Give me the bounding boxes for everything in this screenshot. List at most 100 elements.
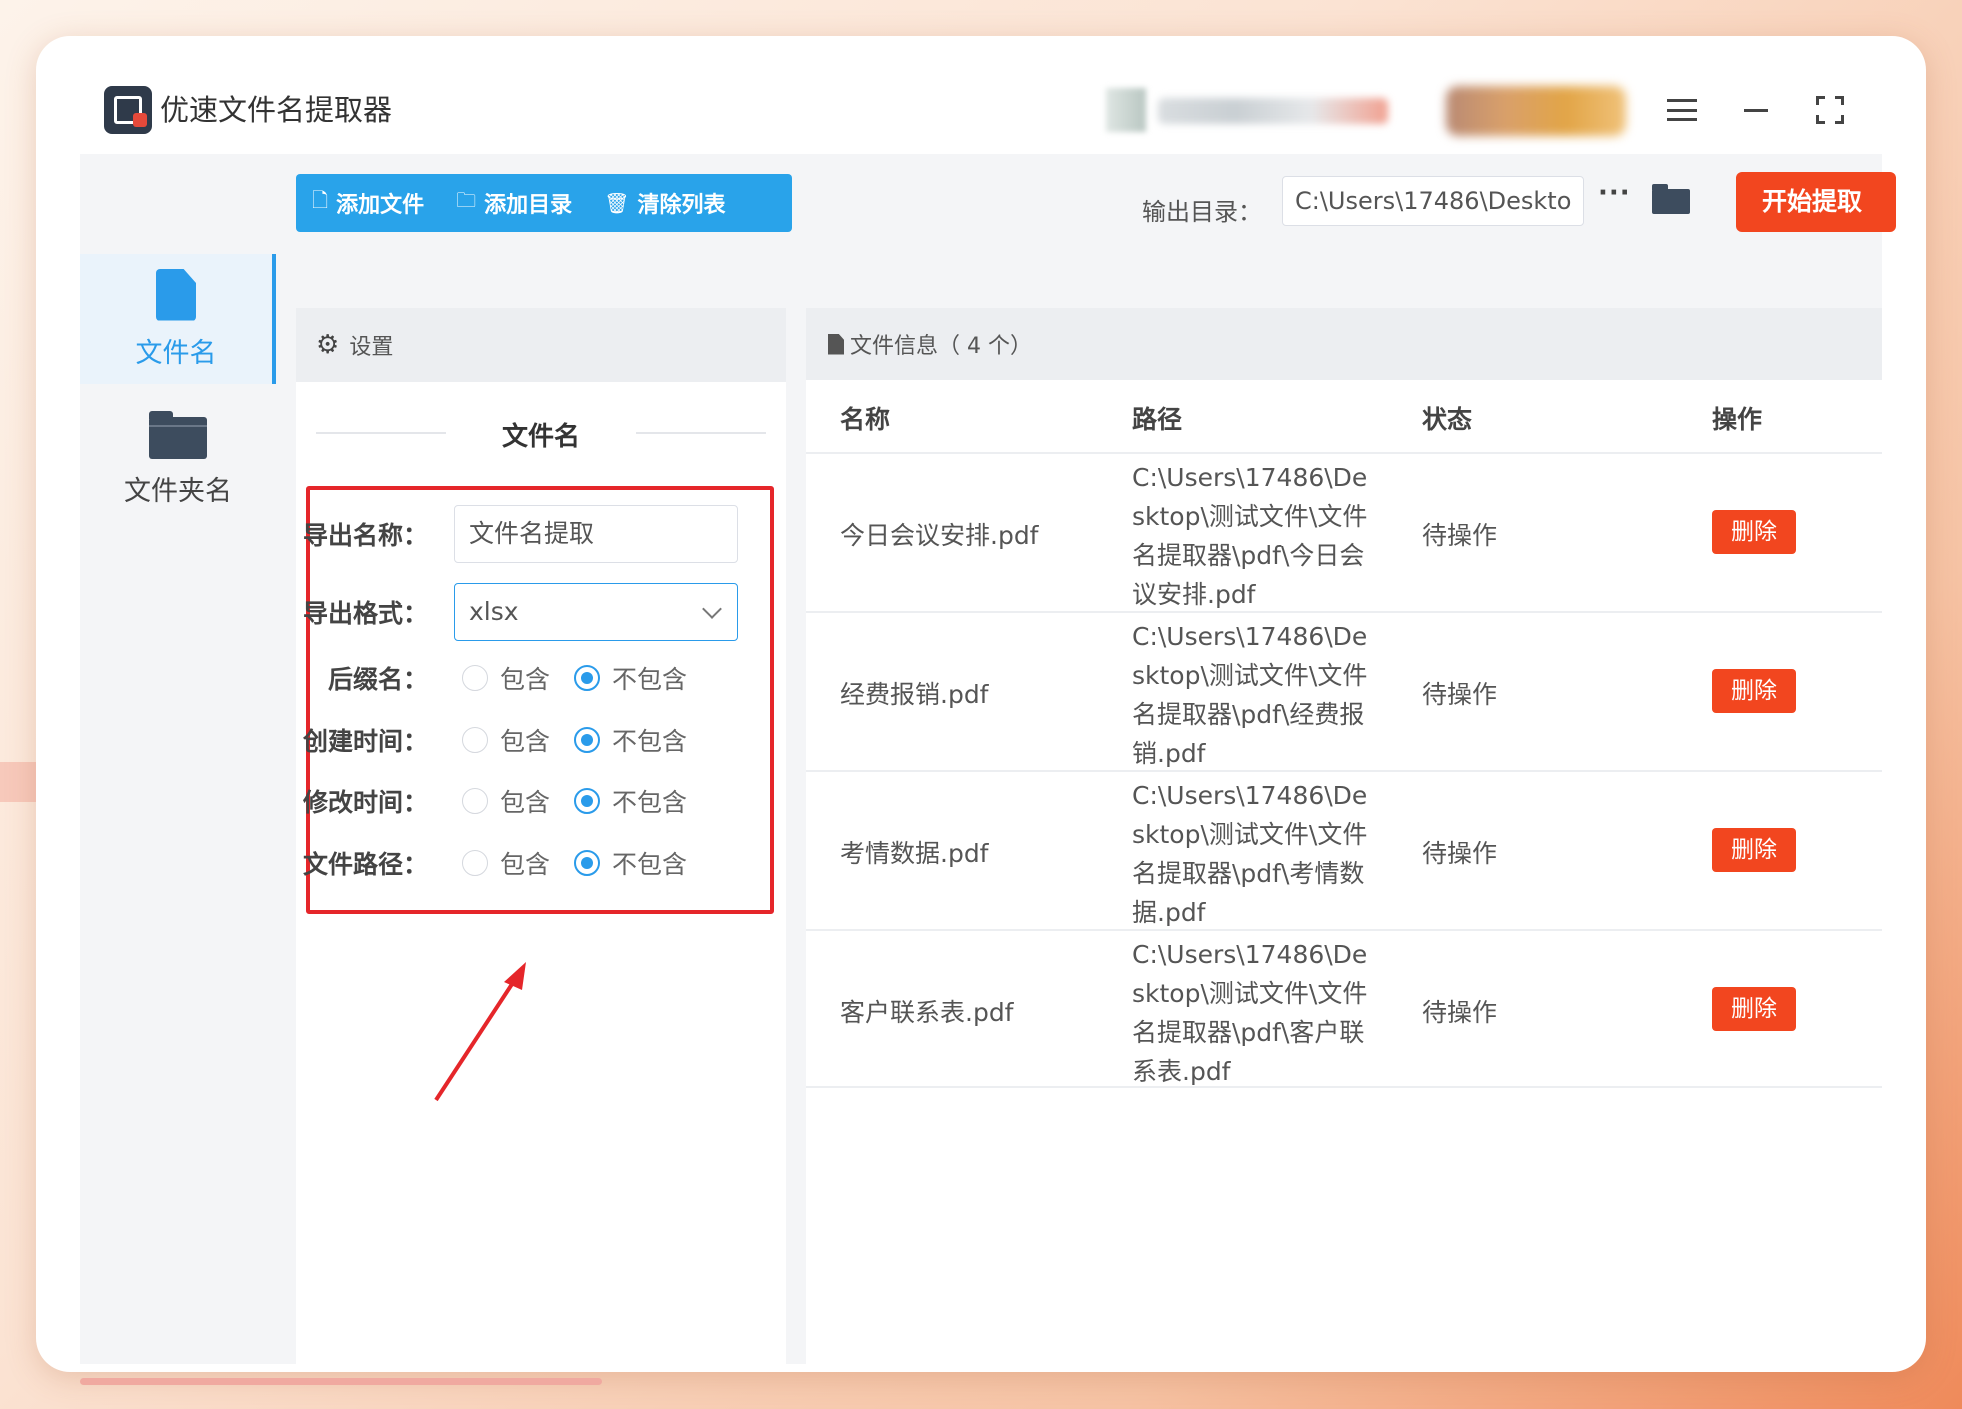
radio-label: 包含 (500, 665, 551, 694)
radio-include[interactable]: 包含 (462, 845, 550, 881)
divider (636, 432, 766, 434)
minimize-icon[interactable] (1730, 84, 1782, 136)
file-path: C:\Users\17486\Desktop\测试文件\文件名提取器\pdf\考… (1132, 781, 1368, 927)
export-name-input[interactable]: 文件名提取 (454, 505, 738, 563)
option-row-suffix: 后缀名： 包含 不包含 (296, 658, 786, 698)
table-row: 考情数据.pdf C:\Users\17486\Desktop\测试文件\文件名… (806, 770, 1882, 929)
settings-header: ⚙ 设置 (296, 308, 786, 382)
delete-button[interactable]: 删除 (1712, 510, 1796, 554)
radio-exclude[interactable]: 不包含 (574, 722, 687, 758)
file-status: 待操作 (1422, 998, 1498, 1027)
toolbar: 🗋 添加文件 🗀 添加目录 🗑 清除列表 输出目录： C:\Users\1748… (80, 154, 1896, 254)
option-row-path: 文件路径： 包含 不包含 (296, 843, 786, 883)
clear-list-button[interactable]: 🗑 清除列表 (588, 174, 741, 232)
file-info-panel: 文件信息（ 4 个） 名称 路径 状态 操作 今日会议安排.pdf C:\Use… (806, 308, 1882, 1364)
folder-outline-icon: 🗀 (456, 188, 477, 212)
menu-icon[interactable] (1656, 84, 1708, 136)
radio-label: 不包含 (612, 665, 688, 694)
delete-button[interactable]: 删除 (1712, 669, 1796, 713)
option-label: 创建时间： (302, 727, 428, 756)
nav-item-filename[interactable]: 文件名 (80, 254, 276, 384)
column-header-path: 路径 (1132, 405, 1183, 434)
add-directory-button[interactable]: 🗀 添加目录 (440, 174, 588, 232)
table-row: 今日会议安排.pdf C:\Users\17486\Desktop\测试文件\文… (806, 452, 1882, 611)
nav-item-foldername[interactable]: 文件夹名 (80, 394, 276, 524)
settings-panel: ⚙ 设置 文件名 导出名称： 文件名提取 导出格式： xlsx 后缀名： 包含 (296, 308, 786, 1364)
column-header-action: 操作 (1712, 405, 1763, 434)
scroll-indicator (80, 1378, 602, 1385)
export-format-row: 导出格式： xlsx (296, 582, 786, 642)
decorative-ribbon (0, 762, 36, 802)
app-title: 优速文件名提取器 (160, 93, 393, 127)
clear-list-label: 清除列表 (637, 193, 726, 218)
radio-label: 包含 (500, 850, 551, 879)
file-info-title: 文件信息（ 4 个） (850, 334, 1032, 359)
file-action-group: 🗋 添加文件 🗀 添加目录 🗑 清除列表 (296, 174, 792, 232)
file-icon (156, 268, 196, 321)
blurred-account-info (1158, 98, 1388, 124)
add-directory-label: 添加目录 (484, 193, 573, 218)
file-path: C:\Users\17486\Desktop\测试文件\文件名提取器\pdf\经… (1132, 622, 1368, 768)
radio-label: 包含 (500, 788, 551, 817)
red-arrow-icon (434, 962, 526, 1102)
chevron-down-icon (702, 599, 722, 619)
folder-icon (149, 410, 207, 459)
export-format-value: xlsx (469, 597, 519, 626)
radio-label: 不包含 (612, 788, 688, 817)
table-row: 客户联系表.pdf C:\Users\17486\Desktop\测试文件\文件… (806, 929, 1882, 1088)
settings-title: 设置 (349, 335, 394, 360)
file-status: 待操作 (1422, 521, 1498, 550)
file-name: 经费报销.pdf (840, 680, 989, 709)
file-status: 待操作 (1422, 680, 1498, 709)
radio-include[interactable]: 包含 (462, 783, 550, 819)
maximize-icon[interactable] (1804, 84, 1856, 136)
radio-label: 不包含 (612, 850, 688, 879)
radio-exclude[interactable]: 不包含 (574, 845, 687, 881)
radio-label: 包含 (500, 727, 551, 756)
nav-item-label: 文件名 (135, 337, 217, 369)
trash-icon: 🗑 (604, 191, 630, 215)
blurred-avatar (1106, 88, 1146, 132)
option-row-created: 创建时间： 包含 不包含 (296, 720, 786, 760)
nav-item-label: 文件夹名 (124, 475, 232, 507)
blurred-vip-badge (1446, 86, 1626, 136)
more-options-button[interactable]: ··· (1598, 178, 1631, 208)
radio-exclude[interactable]: 不包含 (574, 660, 687, 696)
radio-include[interactable]: 包含 (462, 722, 550, 758)
export-format-label: 导出格式： (302, 599, 428, 628)
file-path: C:\Users\17486\Desktop\测试文件\文件名提取器\pdf\今… (1132, 463, 1368, 609)
start-extract-button[interactable]: 开始提取 (1736, 172, 1896, 232)
column-header-status: 状态 (1422, 405, 1473, 434)
option-label: 文件路径： (302, 850, 428, 879)
app-window: 优速文件名提取器 🗋 添加文件 🗀 添加目录 🗑 清除列表 输出目录： C:\U… (36, 36, 1926, 1372)
export-format-select[interactable]: xlsx (454, 583, 738, 641)
file-name: 考情数据.pdf (840, 839, 989, 868)
column-header-name: 名称 (840, 405, 891, 434)
output-dir-input[interactable]: C:\Users\17486\Deskto (1282, 176, 1584, 226)
export-name-row: 导出名称： 文件名提取 (296, 504, 786, 564)
file-info-header: 文件信息（ 4 个） (806, 308, 1882, 380)
option-label: 后缀名： (327, 665, 428, 694)
option-label: 修改时间： (302, 788, 428, 817)
output-dir-label: 输出目录： (1142, 198, 1262, 226)
table-row: 经费报销.pdf C:\Users\17486\Desktop\测试文件\文件名… (806, 611, 1882, 770)
section-title: 文件名 (501, 422, 580, 452)
option-row-modified: 修改时间： 包含 不包含 (296, 781, 786, 821)
radio-include[interactable]: 包含 (462, 660, 550, 696)
file-outline-icon: 🗋 (312, 188, 329, 212)
gear-icon: ⚙ (316, 330, 340, 360)
file-name: 今日会议安排.pdf (840, 521, 1039, 550)
file-name: 客户联系表.pdf (840, 998, 1014, 1027)
radio-label: 不包含 (612, 727, 688, 756)
add-file-label: 添加文件 (336, 193, 425, 218)
main-content: 🗋 添加文件 🗀 添加目录 🗑 清除列表 输出目录： C:\Users\1748… (80, 154, 1896, 1364)
export-name-label: 导出名称： (302, 521, 428, 550)
document-icon (828, 333, 844, 355)
add-file-button[interactable]: 🗋 添加文件 (296, 174, 440, 232)
open-folder-icon[interactable] (1652, 184, 1690, 214)
left-nav: 文件名 文件夹名 (80, 254, 276, 1364)
delete-button[interactable]: 删除 (1712, 987, 1796, 1031)
radio-exclude[interactable]: 不包含 (574, 783, 687, 819)
delete-button[interactable]: 删除 (1712, 828, 1796, 872)
file-path: C:\Users\17486\Desktop\测试文件\文件名提取器\pdf\客… (1132, 940, 1368, 1086)
